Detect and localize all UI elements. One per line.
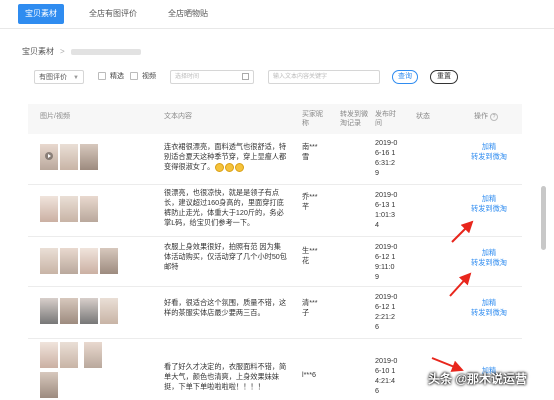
watermark: 头条 @那木说运营 (428, 372, 528, 386)
annotation-arrow (449, 272, 472, 297)
annotation-arrows (431, 220, 474, 372)
annotation-arrow (431, 357, 464, 372)
annotation-arrow (451, 220, 474, 243)
vertical-scrollbar[interactable] (541, 186, 546, 250)
